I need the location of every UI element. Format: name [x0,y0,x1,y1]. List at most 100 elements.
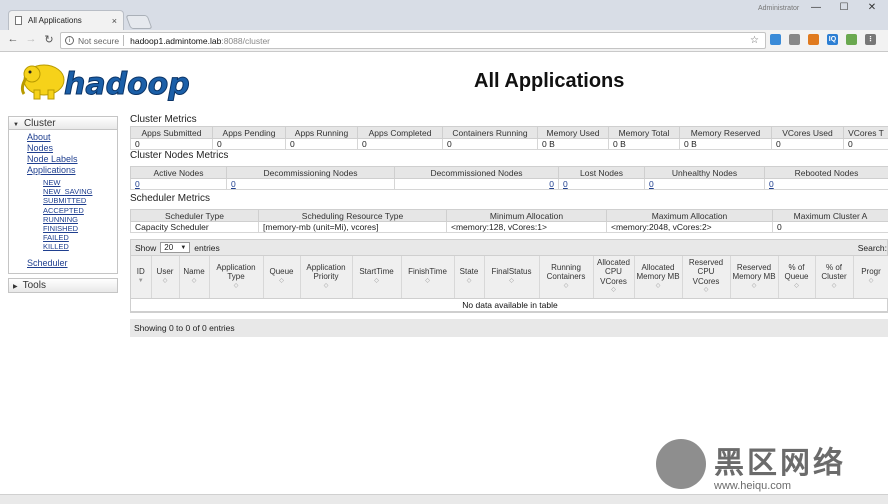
iq-icon[interactable]: IQ [827,34,838,45]
column-header-name[interactable]: Name ◇ [179,256,210,299]
node-metrics-table: Active Nodes Decommissioning Nodes Decom… [130,166,888,190]
metric-header: Apps Running [285,126,358,139]
new-tab-button[interactable] [125,15,153,29]
column-header-id[interactable]: ID ▼ [131,256,152,299]
column-header-queue[interactable]: Queue ◇ [263,256,301,299]
shield-icon[interactable] [846,34,857,45]
sort-icon: ◇ [509,277,514,284]
sidebar-link-nodes[interactable]: Nodes [27,143,117,154]
lost-nodes-link[interactable]: 0 [563,180,568,189]
metric-value: <memory:128, vCores:1> [446,221,607,233]
column-header-reserved-memory[interactable]: Reserved Memory MB ◇ [730,256,779,299]
profile-name[interactable]: Administrator [758,5,799,12]
column-label: Queue [269,267,294,277]
column-header-application-type[interactable]: Application Type ◇ [209,256,264,299]
metric-header: Decommissioned Nodes [394,166,559,179]
maximize-icon[interactable]: ☐ [834,2,854,13]
node-metrics-title: Cluster Nodes Metrics [130,150,229,161]
cluster-section-header[interactable]: ▼ Cluster [9,117,117,130]
page-title: All Applications [474,70,625,92]
puzzle-icon[interactable] [789,34,800,45]
search-label: Search: [857,242,887,253]
applications-footer: Showing 0 to 0 of 0 entries [130,318,888,337]
column-header-reserved-cpu[interactable]: Reserved CPU VCores ◇ [682,256,731,299]
column-label: FinalStatus [491,267,532,277]
sidebar: ▼ Cluster About Nodes Node Labels Applica… [8,116,118,293]
close-window-icon[interactable]: ✕ [862,2,882,13]
column-header-finish-time[interactable]: FinishTime ◇ [401,256,455,299]
active-nodes-link[interactable]: 0 [135,180,140,189]
caret-down-icon: ▼ [180,245,187,251]
sort-icon: ◇ [794,282,799,289]
applications-table: ID ▼ User ◇ Name ◇ Application Type ◇ Queue ◇… [131,256,888,312]
url-separator [123,35,125,46]
entries-label: entries [194,242,220,253]
column-header-user[interactable]: User ◇ [151,256,180,299]
app-state-submitted[interactable]: SUBMITTED [43,196,117,205]
app-state-killed[interactable]: KILLED [43,242,117,251]
back-icon[interactable]: ← [6,33,20,45]
scheduler-metrics-header-row: Scheduler Type Scheduling Resource Type … [130,209,888,222]
column-header-progress[interactable]: Progr ◇ [853,256,888,299]
metric-header: Scheduling Resource Type [258,209,447,222]
address-bar[interactable]: i Not secure hadoop1.admintome.lab :8088… [60,32,766,49]
tools-section: ▶ Tools [8,277,118,293]
metric-value: 0 [843,138,888,150]
metric-value: 0 [285,138,358,150]
column-header-allocated-cpu[interactable]: Allocated CPU VCores ◇ [593,256,635,299]
menu-icon[interactable]: ⋮ [865,34,876,45]
column-header-running-containers[interactable]: Running Containers ◇ [539,256,594,299]
extension-icon[interactable] [770,34,781,45]
app-state-new-saving[interactable]: NEW_SAVING [43,187,117,196]
sidebar-link-about[interactable]: About [27,132,117,143]
column-header-final-status[interactable]: FinalStatus ◇ [484,256,540,299]
decommissioning-nodes-link[interactable]: 0 [231,180,236,189]
reload-icon[interactable]: ↻ [42,33,56,46]
app-state-new[interactable]: NEW [43,178,117,187]
tools-label: Tools [22,279,46,291]
tools-section-header[interactable]: ▶ Tools [9,278,117,292]
metric-header: Lost Nodes [558,166,645,179]
metric-header: Decommissioning Nodes [226,166,395,179]
url-host: hadoop1.admintome.lab [130,35,222,46]
cluster-metrics-header-row: Apps Submitted Apps Pending Apps Running… [130,126,888,139]
column-label: Application Type [216,262,256,282]
info-icon[interactable]: i [65,36,74,45]
sidebar-link-node-labels[interactable]: Node Labels [27,154,117,165]
sort-icon: ◇ [279,277,284,284]
metric-value: 0 [772,221,888,233]
metric-header: Apps Completed [357,126,443,139]
column-header-application-priority[interactable]: Application Priority ◇ [300,256,353,299]
column-header-percent-queue[interactable]: % of Queue ◇ [778,256,816,299]
column-header-state[interactable]: State ◇ [454,256,485,299]
sidebar-link-applications[interactable]: Applications [27,165,117,176]
horizontal-scrollbar[interactable] [0,494,888,504]
sort-icon: ◇ [831,282,837,289]
metric-header: Apps Submitted [130,126,213,139]
sidebar-link-scheduler[interactable]: Scheduler [27,258,117,269]
column-label: Progr [861,267,881,277]
app-state-failed[interactable]: FAILED [43,233,117,242]
app-state-list: NEW NEW_SAVING SUBMITTED ACCEPTED RUNNIN… [27,178,117,252]
browser-tab[interactable]: All Applications × [8,10,124,30]
metric-header: Minimum Allocation [446,209,607,222]
column-header-percent-cluster[interactable]: % of Cluster ◇ [815,256,854,299]
tab-close-icon[interactable]: × [112,16,117,26]
app-state-finished[interactable]: FINISHED [43,224,117,233]
decommissioned-nodes-link[interactable]: 0 [549,180,554,189]
page-size-select[interactable]: 20 ▼ [160,242,191,253]
cluster-section: ▼ Cluster About Nodes Node Labels Applica… [8,116,118,274]
bookmark-star-icon[interactable]: ☆ [750,35,759,46]
column-header-start-time[interactable]: StartTime ◇ [352,256,402,299]
forward-icon[interactable]: → [24,33,38,45]
column-header-allocated-memory[interactable]: Allocated Memory MB ◇ [634,256,683,299]
not-secure-label[interactable]: Not secure [78,36,119,46]
rebooted-nodes-link[interactable]: 0 [769,180,774,189]
unhealthy-nodes-link[interactable]: 0 [649,180,654,189]
minimize-icon[interactable]: — [806,2,826,13]
applications-header-row: ID ▼ User ◇ Name ◇ Application Type ◇ Queue ◇… [131,256,888,299]
app-state-running[interactable]: RUNNING [43,215,117,224]
flag-extension-icon[interactable] [808,34,819,45]
app-state-accepted[interactable]: ACCEPTED [43,206,117,215]
metric-value: 0 B [608,138,680,150]
